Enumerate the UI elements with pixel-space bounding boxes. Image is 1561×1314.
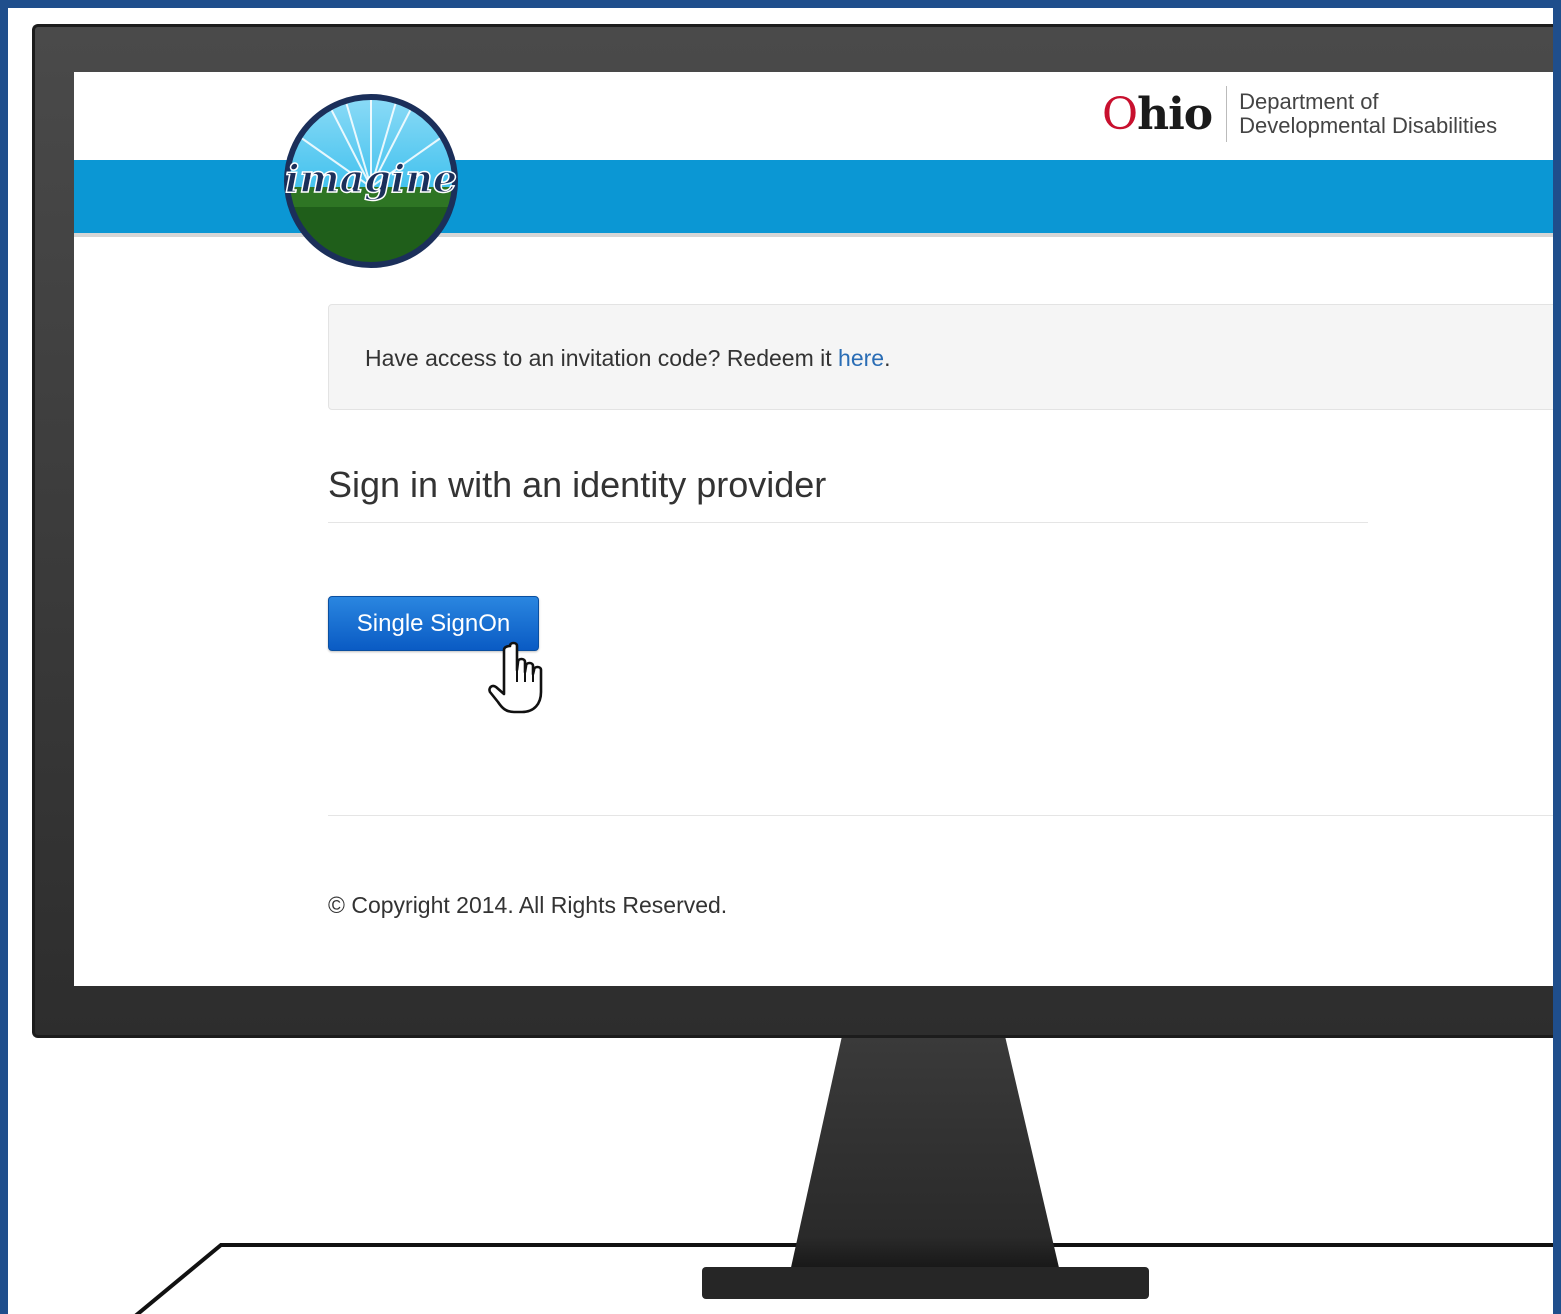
ohio-dodd-logo: Ohio Department of Developmental Disabil…	[1102, 84, 1497, 144]
redeem-here-link[interactable]: here	[838, 345, 884, 371]
monitor-screen: Ohio Department of Developmental Disabil…	[74, 72, 1553, 986]
invitation-trailing: .	[884, 345, 891, 371]
imagine-logo-icon[interactable]: imagine	[282, 92, 460, 270]
hand-pointer-icon	[488, 641, 543, 714]
invitation-prefix: Have access to an invitation code? Redee…	[365, 345, 839, 371]
heading-divider	[328, 522, 1368, 523]
illustration-frame: Ohio Department of Developmental Disabil…	[0, 0, 1561, 1314]
logo-divider	[1226, 86, 1228, 142]
signin-heading: Sign in with an identity provider	[328, 464, 827, 505]
invitation-text: Have access to an invitation code? Redee…	[365, 345, 890, 372]
footer-divider	[328, 815, 1553, 816]
imagine-logo-text: imagine	[285, 156, 457, 201]
department-line1: Department of	[1239, 89, 1379, 114]
ohio-rest-letters: hio	[1137, 88, 1213, 140]
department-name: Department of Developmental Disabilities	[1239, 90, 1497, 138]
ohio-wordmark: Ohio	[1102, 88, 1213, 140]
ohio-o-letter: O	[1102, 88, 1138, 140]
copyright-text: © Copyright 2014. All Rights Reserved.	[328, 892, 728, 918]
invitation-notice: Have access to an invitation code? Redee…	[328, 304, 1553, 410]
department-line2: Developmental Disabilities	[1239, 113, 1498, 138]
